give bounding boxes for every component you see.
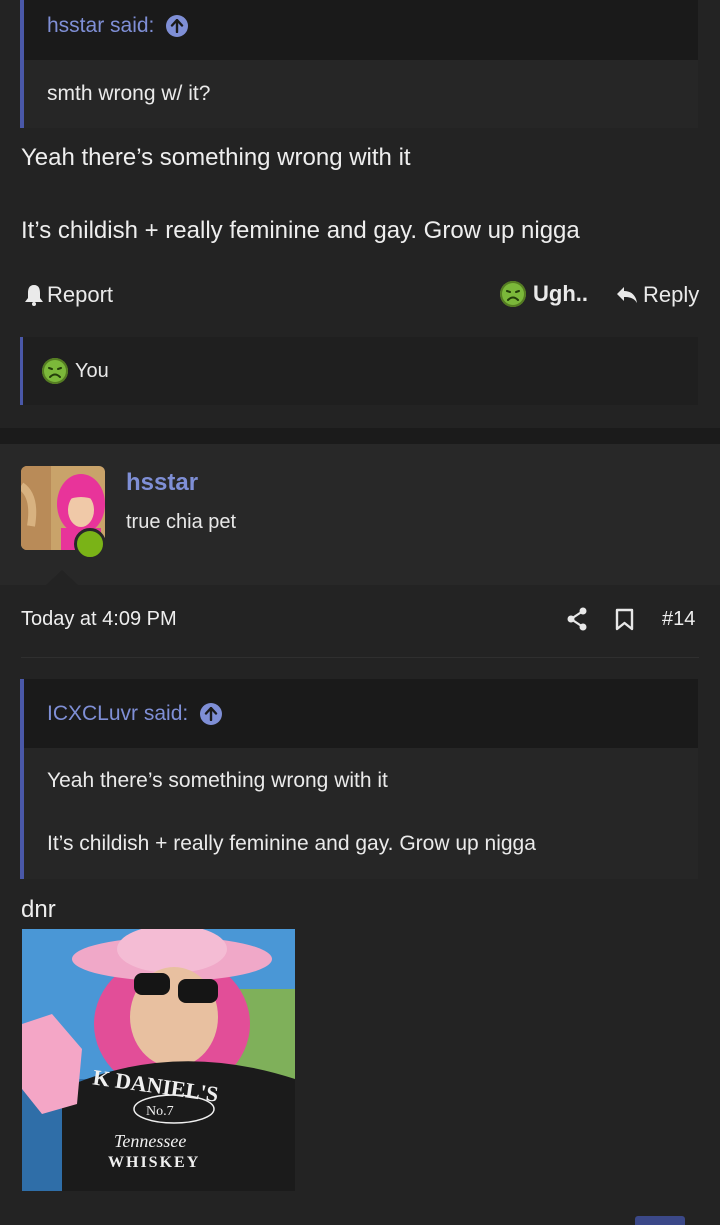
online-indicator: [74, 528, 106, 560]
arrow-up-icon[interactable]: [166, 15, 189, 37]
quote-text-line: It’s childish + really feminine and gay.…: [47, 832, 536, 855]
post-text-line: It’s childish + really feminine and gay.…: [21, 217, 580, 244]
image-content: K DANIEL'S No.7 Tennessee WHISKEY: [22, 929, 295, 1191]
reactions-bar[interactable]: You: [20, 337, 698, 405]
svg-text:Tennessee: Tennessee: [114, 1131, 186, 1151]
post-timestamp[interactable]: Today at 4:09 PM: [21, 608, 177, 631]
reaction-label: Ugh..: [533, 281, 588, 306]
bookmark-icon: [615, 608, 634, 631]
reaction-button[interactable]: Ugh..: [500, 281, 588, 307]
quote-author[interactable]: hsstar said:: [47, 14, 154, 38]
attached-image[interactable]: K DANIEL'S No.7 Tennessee WHISKEY: [22, 929, 295, 1191]
reply-icon: [617, 287, 637, 303]
reply-label: Reply: [643, 282, 700, 307]
post-author[interactable]: hsstar: [126, 469, 198, 497]
post-text-line: dnr: [21, 896, 56, 923]
quote-text: smth wrong w/ it?: [24, 60, 698, 128]
divider-line: [21, 657, 699, 658]
share-icon: [567, 607, 587, 631]
bell-icon: [25, 285, 43, 306]
bookmark-button[interactable]: [615, 608, 634, 636]
ugh-face-icon: [42, 358, 68, 384]
quote-header[interactable]: hsstar said:: [24, 0, 698, 60]
quote-text-line: Yeah there’s something wrong with it: [47, 769, 388, 792]
quote-text: Yeah there’s something wrong with it It’…: [24, 748, 698, 879]
svg-text:WHISKEY: WHISKEY: [108, 1154, 200, 1171]
user-title: true chia pet: [126, 511, 237, 533]
post-divider: [0, 428, 720, 444]
reactions-who[interactable]: You: [75, 360, 109, 383]
svg-text:No.7: No.7: [146, 1104, 174, 1119]
user-header: [0, 444, 720, 585]
report-label: Report: [47, 282, 114, 307]
quote-header[interactable]: ICXCLuvr said:: [24, 679, 698, 748]
ugh-face-icon: [500, 281, 526, 307]
quote-text-line: smth wrong w/ it?: [47, 82, 211, 105]
arrow-up-icon[interactable]: [200, 702, 223, 725]
header-pointer: [46, 570, 78, 585]
post-text-line: Yeah there’s something wrong with it: [21, 144, 411, 171]
scroll-to-top-button[interactable]: [635, 1216, 685, 1225]
quote-block: hsstar said: smth wrong w/ it?: [20, 0, 698, 128]
share-button[interactable]: [566, 607, 588, 636]
quote-block: ICXCLuvr said: Yeah there’s something wr…: [20, 679, 698, 879]
reply-button[interactable]: Reply: [615, 282, 699, 308]
quote-author[interactable]: ICXCLuvr said:: [47, 702, 188, 726]
report-button[interactable]: Report: [24, 282, 113, 308]
post-number[interactable]: #14: [662, 608, 695, 631]
